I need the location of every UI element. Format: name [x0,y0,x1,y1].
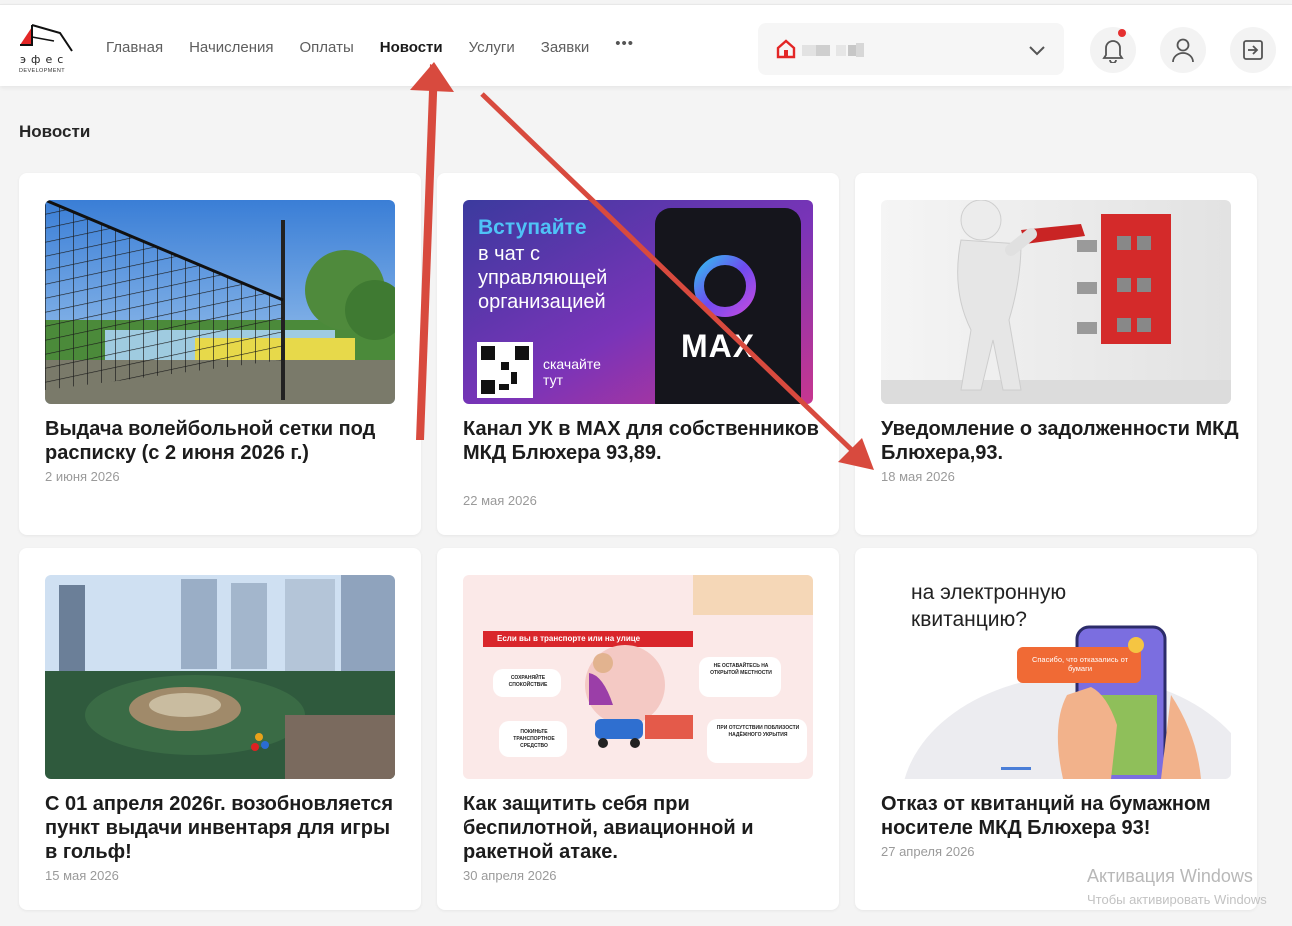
news-title[interactable]: С 01 апреля 2026г. возобновляется пункт … [45,792,407,864]
promo-bubble: Спасибо, что отказались от бумаги [1031,655,1129,673]
logo-brand: эфес [20,53,69,66]
logout-icon [1243,40,1263,60]
profile-button[interactable] [1160,27,1206,73]
infographic-caption: ПОКИНЬТЕ ТРАНСПОРТНОЕ СРЕДСТВО [513,729,555,749]
address-selector[interactable] [758,23,1064,75]
notification-dot [1118,29,1126,37]
news-image-breaker [881,200,1231,404]
windows-activation-title: Активация Windows [1087,866,1253,886]
news-title[interactable]: Отказ от квитанций на бумажном носителе … [881,792,1243,840]
logout-button[interactable] [1230,27,1276,73]
news-card[interactable]: С 01 апреля 2026г. возобновляется пункт … [19,548,421,910]
news-card[interactable]: Выдача волейбольной сетки под расписку (… [19,173,421,535]
nav-more-icon[interactable]: ••• [615,35,634,56]
logo-mark-icon [20,24,73,52]
nav-requests[interactable]: Заявки [541,39,589,56]
nav-payments[interactable]: Оплаты [300,39,354,56]
max-brand: MAX [681,328,756,364]
nav-services[interactable]: Услуги [469,39,515,56]
infographic-heading: Если вы в транспорте или на улице [497,634,641,643]
nav-home[interactable]: Главная [106,39,163,56]
nav-charges[interactable]: Начисления [189,39,273,56]
promo-question: на электронную [911,581,1067,604]
banner-scan-text: тут [543,372,563,388]
news-title[interactable]: Уведомление о задолженности МКД Блюхера,… [881,417,1243,465]
news-date: 30 апреля 2026 [463,868,557,883]
address-blur [856,43,864,57]
banner-scan-text: скачайте [543,356,601,372]
news-title[interactable]: Как защитить себя при беспилотной, авиац… [463,792,825,864]
address-blur [836,45,846,56]
news-date: 18 мая 2026 [881,469,955,484]
banner-line: организацией [478,291,606,313]
efes-logo[interactable]: эфес DEVELOPMENT [14,23,80,75]
news-title[interactable]: Выдача волейбольной сетки под расписку (… [45,417,407,465]
infographic-caption: СОХРАНЯЙТЕ СПОКОЙСТВИЕ [508,675,548,688]
promo-question: квитанцию? [911,608,1027,631]
news-card[interactable]: Вступайте в чат с управляющей организаци… [437,173,839,535]
news-image-volleyball [45,200,395,404]
chevron-down-icon [1029,46,1045,56]
user-icon [1172,38,1194,63]
news-date: 22 мая 2026 [463,493,537,508]
news-image-max-banner: Вступайте в чат с управляющей организаци… [463,200,813,404]
news-image-golf [45,575,395,779]
infographic-caption: ПРИ ОТСУТСТВИИ ПОБЛИЗОСТИ НАДЁЖНОГО УКРЫ… [716,725,800,738]
news-date: 15 мая 2026 [45,868,119,883]
logo-sub: DEVELOPMENT [19,68,65,74]
windows-activation-subtitle: Чтобы активировать Windows [1087,892,1267,907]
news-card[interactable]: Если вы в транспорте или на улице СОХРАН… [437,548,839,910]
infographic-caption: НЕ ОСТАВАЙТЕСЬ НА ОТКРЫТОЙ МЕСТНОСТИ [710,663,772,676]
banner-line: в чат с [478,243,541,265]
nav-news[interactable]: Новости [380,39,443,56]
news-image-ereceipt: на электронную квитанцию? Спасибо, что о… [881,575,1231,779]
address-blur [802,45,816,56]
home-icon [776,39,796,59]
news-image-infographic: Если вы в транспорте или на улице СОХРАН… [463,575,813,779]
address-blur [816,45,830,56]
bell-icon [1102,40,1124,63]
news-date: 27 апреля 2026 [881,844,975,859]
banner-line: управляющей [478,267,608,289]
banner-heading: Вступайте [478,216,587,239]
news-date: 2 июня 2026 [45,469,120,484]
news-card[interactable]: на электронную квитанцию? Спасибо, что о… [855,548,1257,910]
news-card[interactable]: Уведомление о задолженности МКД Блюхера,… [855,173,1257,535]
notifications-button[interactable] [1090,27,1136,73]
main-nav: Главная Начисления Оплаты Новости Услуги… [106,35,634,56]
page-title: Новости [19,122,91,141]
news-title[interactable]: Канал УК в MAX для собственников МКД Блю… [463,417,825,465]
top-header: эфес DEVELOPMENT Главная Начисления Опла… [0,4,1292,86]
